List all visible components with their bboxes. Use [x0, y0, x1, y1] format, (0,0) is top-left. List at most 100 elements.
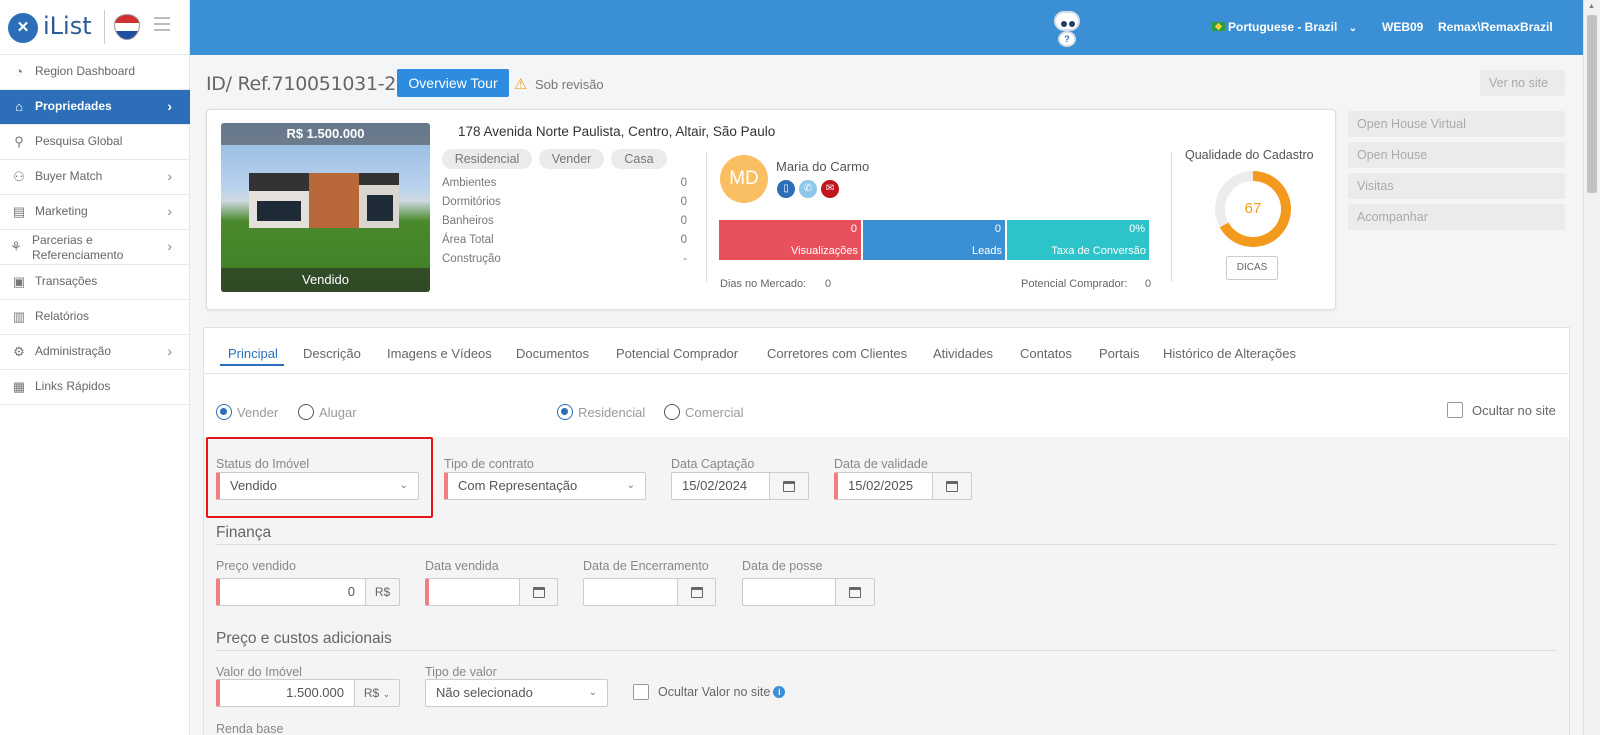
- phone-icon[interactable]: ✆: [799, 180, 817, 198]
- hide-value-label: Ocultar Valor no site i: [658, 685, 786, 699]
- info-icon[interactable]: i: [773, 686, 786, 698]
- sidebar-item-label: Transações: [35, 274, 98, 288]
- tab-imagens-videos[interactable]: Imagens e Vídeos: [387, 346, 492, 361]
- tab-principal[interactable]: Principal: [228, 346, 278, 361]
- sidebar-item-pesquisa-global[interactable]: ⚲ Pesquisa Global: [0, 125, 190, 160]
- value-type-label: Tipo de valor: [425, 665, 497, 679]
- follow-up-button[interactable]: Acompanhar: [1348, 204, 1565, 230]
- overview-tour-button[interactable]: Overview Tour: [397, 69, 509, 97]
- sold-date-calendar[interactable]: [519, 578, 558, 606]
- possession-date-input[interactable]: [742, 578, 836, 606]
- email-icon[interactable]: ✉: [821, 180, 839, 198]
- newspaper-icon: ▤: [12, 204, 26, 219]
- hide-on-site-label: Ocultar no site: [1472, 403, 1556, 418]
- open-house-button[interactable]: Open House: [1348, 142, 1565, 168]
- visits-button[interactable]: Visitas: [1348, 173, 1565, 199]
- robot-eye: [1061, 21, 1067, 27]
- office-code[interactable]: WEB09: [1382, 20, 1423, 34]
- tab-potencial-comprador[interactable]: Potencial Comprador: [616, 346, 738, 361]
- hamburger-menu-icon[interactable]: [154, 17, 170, 31]
- chevron-down-icon: ⌄: [382, 689, 391, 699]
- possession-date-calendar[interactable]: [835, 578, 875, 606]
- scrollbar-thumb[interactable]: [1587, 15, 1597, 193]
- radio-residencial[interactable]: [557, 404, 573, 420]
- contract-type-label: Tipo de contrato: [444, 457, 534, 471]
- radio-residencial-label: Residencial: [578, 405, 646, 420]
- tab-contatos[interactable]: Contatos: [1020, 346, 1072, 361]
- gauge-icon: ◔: [15, 64, 23, 79]
- ilist-logo-text: iList: [43, 12, 92, 40]
- active-tab-underline: [220, 364, 284, 366]
- open-house-virtual-button[interactable]: Open House Virtual: [1348, 111, 1565, 137]
- possession-date-label: Data de posse: [742, 559, 823, 573]
- sold-date-input[interactable]: [425, 578, 520, 606]
- sidebar-item-propriedades[interactable]: ⌂ Propriedades ›: [0, 90, 190, 125]
- spec-label: Ambientes: [442, 177, 497, 189]
- sidebar-item-transacoes[interactable]: ▣ Transações: [0, 265, 190, 300]
- property-reference: ID/ Ref.710051031-206: [206, 73, 420, 95]
- tab-historico-alteracoes[interactable]: Histórico de Alterações: [1163, 346, 1296, 361]
- calendar-icon: [783, 481, 795, 492]
- tab-descricao[interactable]: Descrição: [303, 346, 361, 361]
- sidebar-item-relatorios[interactable]: ▥ Relatórios: [0, 300, 190, 335]
- calendar-icon: [849, 587, 861, 598]
- value-type-select[interactable]: Não selecionado ⌄: [425, 679, 608, 707]
- property-photo[interactable]: R$ 1.500.000 Vendido: [221, 123, 430, 292]
- stat-leads: 0 Leads: [863, 220, 1005, 260]
- user-name[interactable]: Remax\RemaxBrazil: [1438, 20, 1553, 34]
- page-scrollbar[interactable]: ▲: [1583, 0, 1600, 735]
- capture-date-input[interactable]: 15/02/2024: [671, 472, 770, 500]
- sold-price-input[interactable]: 0: [216, 578, 366, 606]
- sidebar-item-label: Propriedades: [35, 99, 112, 113]
- scroll-up-icon[interactable]: ▲: [1588, 3, 1595, 10]
- tab-corretores-clientes[interactable]: Corretores com Clientes: [767, 346, 907, 361]
- agent-name[interactable]: Maria do Carmo: [776, 159, 869, 174]
- closing-date-calendar[interactable]: [677, 578, 716, 606]
- card-divider: [706, 152, 707, 282]
- tag-vender: Vender: [539, 149, 604, 169]
- section-divider: [216, 650, 1557, 651]
- brazil-flag-icon: [1212, 22, 1225, 31]
- mobile-phone-icon[interactable]: ▯: [777, 180, 795, 198]
- sidebar-item-links-rapidos[interactable]: ▦ Links Rápidos: [0, 370, 190, 405]
- validity-date-calendar[interactable]: [932, 472, 972, 500]
- calendar-icon: [946, 481, 958, 492]
- sidebar-item-label: Marketing: [35, 204, 88, 218]
- language-selector[interactable]: Portuguese - Brazil ⌄: [1212, 20, 1357, 34]
- chevron-down-icon: ⌄: [626, 480, 635, 491]
- property-value-currency-select[interactable]: R$ ⌄: [354, 679, 400, 707]
- spec-value: 0: [680, 177, 687, 189]
- radio-comercial[interactable]: [664, 404, 680, 420]
- sidebar-item-buyer-match[interactable]: ⚇ Buyer Match ›: [0, 160, 190, 195]
- sidebar-item-administracao[interactable]: ⚙ Administração ›: [0, 335, 190, 370]
- sidebar-item-label-line2: Referenciamento: [32, 248, 124, 262]
- chevron-right-icon: ›: [167, 238, 172, 254]
- tab-documentos[interactable]: Documentos: [516, 346, 589, 361]
- tab-portais[interactable]: Portais: [1099, 346, 1139, 361]
- view-on-site-button[interactable]: Ver no site: [1480, 70, 1565, 96]
- hide-on-site-checkbox[interactable]: [1447, 402, 1463, 418]
- robot-icon[interactable]: ?: [1050, 9, 1084, 47]
- sidebar-item-marketing[interactable]: ▤ Marketing ›: [0, 195, 190, 230]
- base-income-label: Renda base: [216, 722, 284, 735]
- sidebar-item-region-dashboard[interactable]: ◔ Region Dashboard: [0, 55, 190, 90]
- chevron-right-icon: ›: [167, 168, 172, 184]
- capture-date-calendar[interactable]: [769, 472, 809, 500]
- sidebar-item-parcerias[interactable]: ⚘ Parcerias e Referenciamento ›: [0, 230, 190, 265]
- spec-value: 0: [680, 234, 687, 246]
- property-value-input[interactable]: 1.500.000: [216, 679, 355, 707]
- chevron-right-icon: ›: [167, 343, 172, 359]
- validity-date-input[interactable]: 15/02/2025: [834, 472, 933, 500]
- radio-vender[interactable]: [216, 404, 232, 420]
- bar-chart-icon: ▥: [12, 309, 26, 324]
- tips-button[interactable]: DICAS: [1226, 256, 1278, 280]
- closing-date-input[interactable]: [583, 578, 678, 606]
- tab-atividades[interactable]: Atividades: [933, 346, 993, 361]
- house-window: [257, 201, 301, 221]
- contract-type-value: Com Representação: [458, 478, 578, 493]
- chevron-down-icon: ⌄: [588, 687, 597, 698]
- contract-type-select[interactable]: Com Representação ⌄: [444, 472, 646, 500]
- agent-avatar[interactable]: MD: [720, 155, 768, 203]
- radio-alugar[interactable]: [298, 404, 314, 420]
- hide-value-checkbox[interactable]: [633, 684, 649, 700]
